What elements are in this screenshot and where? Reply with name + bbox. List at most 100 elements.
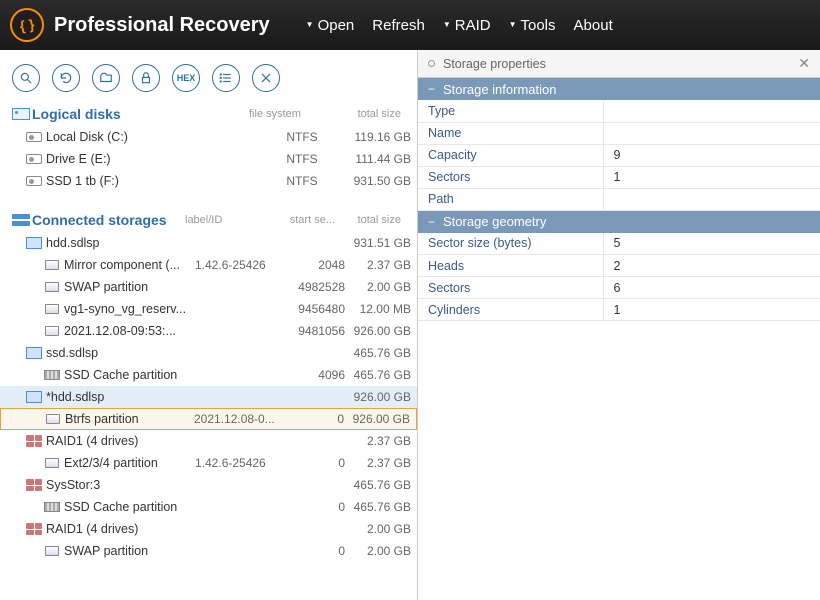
storage-name: Ext2/3/4 partition <box>62 456 195 470</box>
list-button[interactable] <box>212 64 240 92</box>
menu-items: ▼Open Refresh ▼RAID ▼Tools About <box>306 17 613 34</box>
app-logo-icon: { } <box>8 6 46 44</box>
ssd-icon <box>44 370 60 380</box>
storage-row[interactable]: 2021.12.08-09:53:... 9481056 926.00 GB <box>0 320 417 342</box>
property-key: Sectors <box>418 166 603 188</box>
dropdown-icon: ▼ <box>443 20 451 29</box>
partition-icon <box>46 414 60 424</box>
storage-name: SysStor:3 <box>44 478 195 492</box>
menu-raid[interactable]: ▼RAID <box>443 17 491 34</box>
lock-button[interactable] <box>132 64 160 92</box>
storage-label: 1.42.6-25426 <box>195 456 281 470</box>
col-start-sector: start se... <box>271 214 335 226</box>
storage-row[interactable]: SSD Cache partition 4096 465.76 GB <box>0 364 417 386</box>
menu-tools[interactable]: ▼Tools <box>509 17 556 34</box>
storage-row[interactable]: vg1-syno_vg_reserv... 9456480 12.00 MB <box>0 298 417 320</box>
property-group-header[interactable]: −Storage geometry <box>418 211 820 233</box>
storage-name: Mirror component (... <box>62 258 195 272</box>
property-value <box>603 100 820 122</box>
property-value: 1 <box>603 166 820 188</box>
property-key: Type <box>418 100 603 122</box>
storage-name: SWAP partition <box>62 280 195 294</box>
col-label: label/ID <box>185 214 271 226</box>
storage-size: 465.76 GB <box>345 346 417 360</box>
property-row[interactable]: Sectors6 <box>418 277 820 299</box>
storage-name: SSD Cache partition <box>62 368 195 382</box>
logical-disk-row[interactable]: SSD 1 tb (F:) NTFS 931.50 GB <box>0 170 417 192</box>
storage-row[interactable]: Mirror component (... 1.42.6-25426 2048 … <box>0 254 417 276</box>
lock-icon <box>139 71 153 85</box>
storage-name: Btrfs partition <box>63 412 194 426</box>
disk-name: Local Disk (C:) <box>44 130 259 144</box>
storage-row[interactable]: SysStor:3 465.76 GB <box>0 474 417 496</box>
storage-row[interactable]: Btrfs partition 2021.12.08-0... 0 926.00… <box>0 408 417 430</box>
property-value: 9 <box>603 144 820 166</box>
storage-name: SSD Cache partition <box>62 500 195 514</box>
storage-row[interactable]: SWAP partition 0 2.00 GB <box>0 540 417 562</box>
logical-disk-row[interactable]: Local Disk (C:) NTFS 119.16 GB <box>0 126 417 148</box>
storage-size: 2.00 GB <box>345 280 417 294</box>
storage-row[interactable]: hdd.sdlsp 931.51 GB <box>0 232 417 254</box>
toolbar: HEX <box>0 50 417 100</box>
property-key: Sector size (bytes) <box>418 233 603 255</box>
storage-row[interactable]: *hdd.sdlsp 926.00 GB <box>0 386 417 408</box>
property-row[interactable]: Type <box>418 100 820 122</box>
storage-name: RAID1 (4 drives) <box>44 522 195 536</box>
property-row[interactable]: Heads2 <box>418 255 820 277</box>
storage-row[interactable]: Ext2/3/4 partition 1.42.6-25426 0 2.37 G… <box>0 452 417 474</box>
sdlsp-icon <box>26 391 42 403</box>
logical-disks-header: Logical disks file system total size <box>0 100 417 126</box>
logical-disks-icon <box>12 108 30 120</box>
storage-row[interactable]: RAID1 (4 drives) 2.37 GB <box>0 430 417 452</box>
storage-size: 2.37 GB <box>345 258 417 272</box>
folder-open-icon <box>99 71 113 85</box>
collapse-icon: − <box>428 82 435 96</box>
partition-icon <box>45 282 59 292</box>
logical-disk-row[interactable]: Drive E (E:) NTFS 111.44 GB <box>0 148 417 170</box>
property-row[interactable]: Sector size (bytes)5 <box>418 233 820 255</box>
storage-row[interactable]: ssd.sdlsp 465.76 GB <box>0 342 417 364</box>
storage-start: 9456480 <box>281 302 345 316</box>
disk-size: 931.50 GB <box>345 174 417 188</box>
storage-start: 0 <box>280 412 344 426</box>
property-key: Cylinders <box>418 299 603 321</box>
disk-size: 119.16 GB <box>345 130 417 144</box>
app-title: Professional Recovery <box>54 14 270 37</box>
close-button[interactable] <box>252 64 280 92</box>
storage-label: 1.42.6-25426 <box>195 258 281 272</box>
close-icon <box>259 71 273 85</box>
storage-row[interactable]: RAID1 (4 drives) 2.00 GB <box>0 518 417 540</box>
storage-size: 12.00 MB <box>345 302 417 316</box>
property-row[interactable]: Sectors1 <box>418 166 820 188</box>
col-size: total size <box>335 214 407 226</box>
menu-open[interactable]: ▼Open <box>306 17 355 34</box>
property-row[interactable]: Cylinders1 <box>418 299 820 321</box>
search-button[interactable] <box>12 64 40 92</box>
menu-about[interactable]: About <box>574 17 613 34</box>
properties-pane: Storage properties ✕ −Storage informatio… <box>418 50 820 600</box>
panel-tab[interactable]: Storage properties ✕ <box>418 50 820 78</box>
storage-size: 2.37 GB <box>345 434 417 448</box>
hex-button[interactable]: HEX <box>172 64 200 92</box>
partition-icon <box>45 458 59 468</box>
refresh-button[interactable] <box>52 64 80 92</box>
property-row[interactable]: Name <box>418 122 820 144</box>
storage-name: RAID1 (4 drives) <box>44 434 195 448</box>
property-group-header[interactable]: −Storage information <box>418 78 820 100</box>
property-key: Name <box>418 122 603 144</box>
open-button[interactable] <box>92 64 120 92</box>
property-row[interactable]: Capacity9 <box>418 144 820 166</box>
storage-name: 2021.12.08-09:53:... <box>62 324 195 338</box>
property-row[interactable]: Path <box>418 188 820 210</box>
partition-icon <box>45 326 59 336</box>
dropdown-icon: ▼ <box>306 20 314 29</box>
menubar: { } Professional Recovery ▼Open Refresh … <box>0 0 820 50</box>
storage-row[interactable]: SWAP partition 4982528 2.00 GB <box>0 276 417 298</box>
storage-start: 0 <box>281 544 345 558</box>
menu-refresh[interactable]: Refresh <box>372 17 425 34</box>
col-size: total size <box>335 108 407 120</box>
disk-fs: NTFS <box>259 174 345 188</box>
storage-row[interactable]: SSD Cache partition 0 465.76 GB <box>0 496 417 518</box>
tab-close-button[interactable]: ✕ <box>798 55 810 72</box>
property-key: Path <box>418 188 603 210</box>
